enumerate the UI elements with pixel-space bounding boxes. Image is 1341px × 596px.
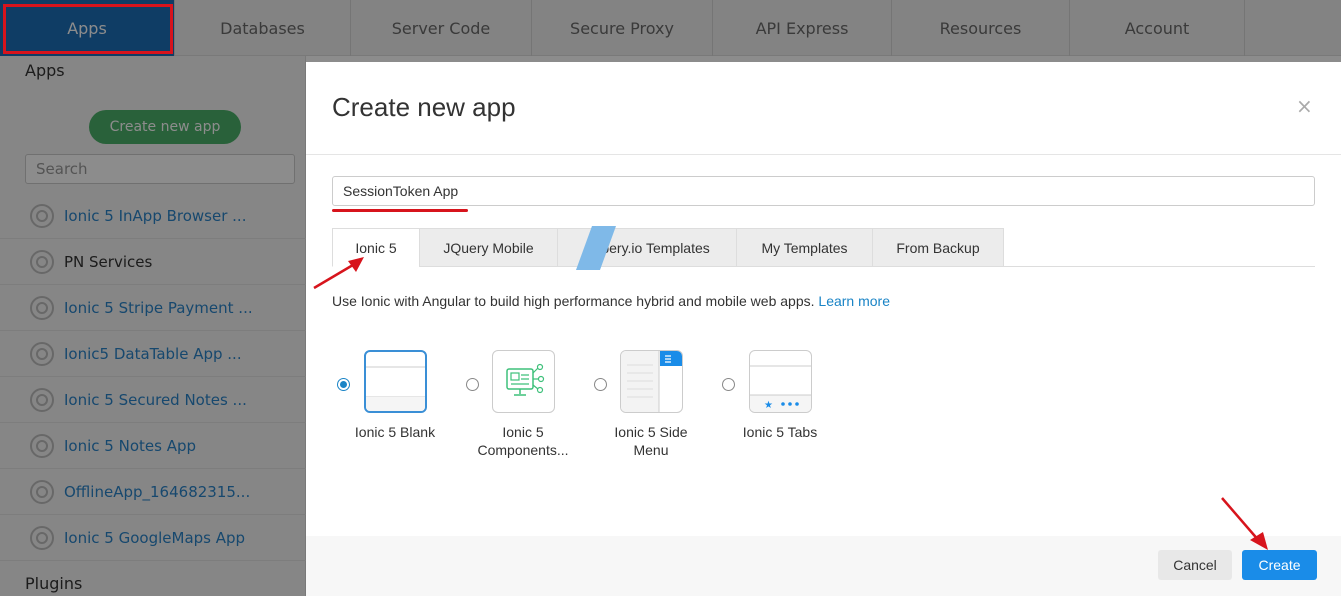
tab-my-templates[interactable]: My Templates (736, 228, 873, 267)
app-name-input[interactable] (332, 176, 1315, 206)
tab-description: Use Ionic with Angular to build high per… (332, 293, 890, 309)
cancel-button[interactable]: Cancel (1158, 550, 1232, 580)
close-icon[interactable]: × (1296, 94, 1313, 118)
template-radio[interactable] (337, 378, 350, 391)
template-radio[interactable] (466, 378, 479, 391)
header-divider (306, 154, 1341, 155)
screen: Apps Databases Server Code Secure Proxy … (0, 0, 1341, 596)
template-caption: Ionic 5 Components... (477, 424, 569, 458)
svg-text:★: ★ (764, 400, 773, 411)
dialog-footer: Cancel Create (306, 536, 1341, 596)
blank-template-svg (366, 366, 425, 411)
template-radio[interactable] (594, 378, 607, 391)
create-button[interactable]: Create (1242, 550, 1317, 580)
description-text: Use Ionic with Angular to build high per… (332, 293, 815, 309)
annotation-highlight-box (3, 4, 173, 54)
template-caption: Ionic 5 Tabs (742, 424, 818, 440)
annotation-underline (332, 209, 468, 212)
template-radio[interactable] (722, 378, 735, 391)
template-caption: Ionic 5 Blank (354, 424, 436, 440)
annotation-arrow-create (1221, 497, 1268, 550)
learn-more-link[interactable]: Learn more (818, 293, 890, 309)
template-source-tabs: Ionic 5 JQuery Mobile Appery.io Template… (332, 226, 1315, 270)
side-menu-template-icon[interactable] (620, 350, 683, 413)
create-app-dialog: Create new app × Ionic 5 JQuery Mobile A… (306, 62, 1341, 596)
tabs-template-icon[interactable]: ★ (749, 350, 812, 413)
tab-from-backup[interactable]: From Backup (872, 228, 1004, 267)
tabs-template-svg: ★ (750, 365, 811, 412)
side-menu-template-svg (621, 351, 682, 412)
blank-template-icon[interactable] (364, 350, 427, 413)
components-template-svg (506, 363, 545, 396)
tab-jquery-mobile[interactable]: JQuery Mobile (419, 228, 558, 267)
dialog-title: Create new app (332, 92, 516, 122)
components-template-icon[interactable] (492, 350, 555, 413)
template-caption: Ionic 5 Side Menu (614, 424, 688, 458)
annotation-arrow-tab (313, 257, 364, 290)
